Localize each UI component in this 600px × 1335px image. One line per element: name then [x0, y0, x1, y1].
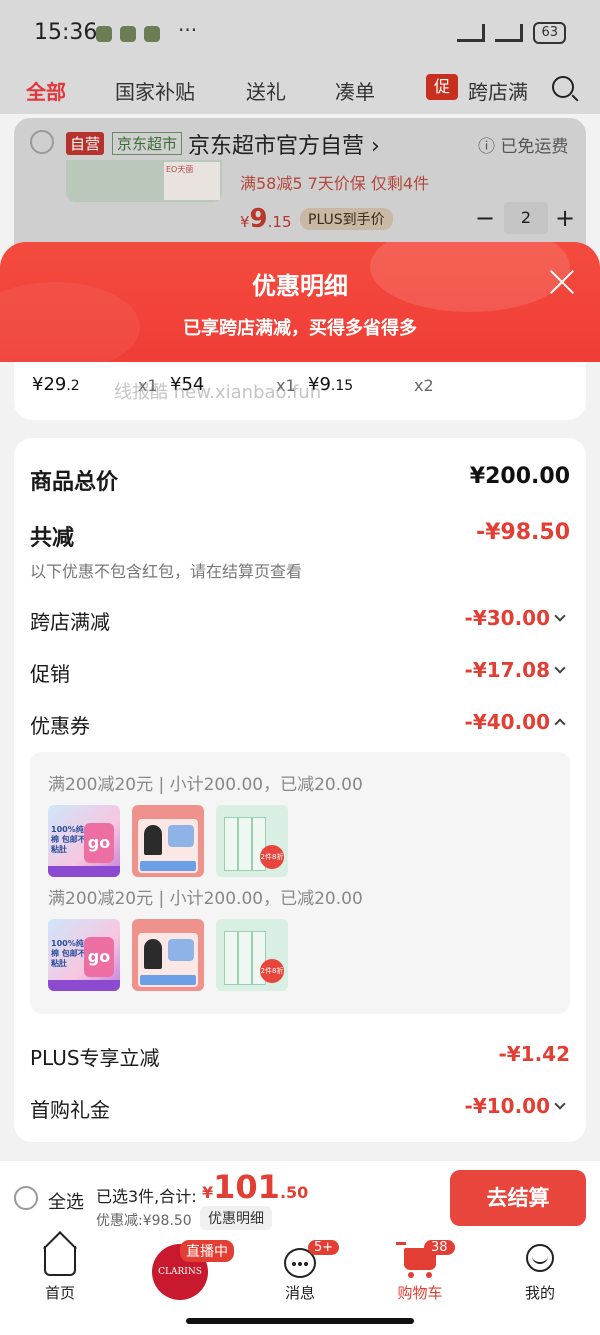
product-thumbnail[interactable]: 100%纯棉 包邮不粘肚 go — [48, 805, 120, 877]
quantity-stepper: − 2 + — [474, 200, 578, 238]
store-name-link[interactable]: 京东超市官方自营 › — [188, 128, 380, 160]
notification-icons — [96, 26, 160, 42]
sale-tag: 2件8折 — [260, 845, 284, 869]
product-thumbnail[interactable]: 100%纯棉 包邮不粘肚 go — [48, 919, 120, 991]
message-badge: 5+ — [308, 1240, 340, 1255]
cart-badge: 38 — [424, 1240, 455, 1255]
product-thumbnail[interactable] — [132, 919, 204, 991]
select-all-label[interactable]: 全选 — [48, 1188, 84, 1214]
status-indicators: 63 — [457, 22, 566, 44]
tab-bundle[interactable]: 凑单 — [335, 76, 375, 105]
signal-icon-2 — [495, 24, 524, 42]
tab-gift[interactable]: 送礼 — [246, 76, 286, 105]
thumbnail-logo: go — [84, 937, 114, 977]
coupon-detail-line: 满200减20元 | 小计200.00，已减20.00 — [48, 775, 363, 795]
nav-home[interactable]: 首页 — [20, 1282, 100, 1303]
nav-messages[interactable]: 消息 — [260, 1282, 340, 1303]
reduction-note: 以下优惠不包含红包，请在结算页查看 — [30, 562, 303, 581]
total-reduction-label: 共减 — [30, 526, 75, 551]
tab-cross-store[interactable]: 跨店满 — [468, 76, 528, 105]
jd-supermarket-tag: 京东超市 — [112, 132, 183, 155]
item-quantity: x2 — [414, 376, 434, 395]
cart-tabs: 全部 国家补贴 送礼 凑单 跨店满 — [0, 66, 600, 114]
search-icon[interactable] — [552, 76, 574, 98]
total-price-value: ¥200.00 — [469, 464, 570, 489]
home-indicator — [186, 1318, 414, 1324]
quantity-input[interactable]: 2 — [504, 202, 548, 234]
product-thumbnail[interactable]: EO天菌 — [66, 160, 222, 202]
item-price: ¥29.2 — [32, 374, 80, 395]
profile-icon[interactable] — [526, 1244, 554, 1272]
coupon-value[interactable]: -¥40.00 — [465, 710, 550, 734]
more-notifications: ··· — [178, 18, 198, 42]
store-select-radio[interactable] — [30, 130, 54, 154]
cross-store-discount-label: 跨店满减 — [30, 610, 110, 634]
coupon-label: 优惠券 — [30, 714, 90, 738]
total-price-label: 商品总价 — [30, 470, 119, 495]
status-time: 15:36 — [34, 20, 98, 45]
promotion-value[interactable]: -¥17.08 — [465, 658, 550, 682]
sheet-subtitle: 已享跨店满减，买得多省得多 — [183, 318, 417, 339]
plus-discount-label: PLUS专享立减 — [30, 1046, 160, 1070]
product-price: ¥9.15 — [240, 204, 292, 234]
product-promo-line: 满58减5 7天价保 仅剩4件 — [240, 174, 430, 193]
discount-detail-button[interactable]: 优惠明细 — [200, 1206, 272, 1230]
live-badge: 直播中 — [180, 1240, 234, 1262]
promotion-label: 促销 — [30, 662, 70, 686]
sheet-title: 优惠明细 — [252, 272, 348, 300]
free-shipping-info[interactable]: ⓘ 已免运费 — [478, 132, 568, 157]
product-thumbnail-label: EO天菌 — [164, 162, 220, 200]
tab-national-subsidy[interactable]: 国家补贴 — [115, 76, 195, 105]
thumbnail-logo: go — [84, 823, 114, 863]
close-icon[interactable] — [548, 268, 576, 296]
battery-icon: 63 — [533, 22, 566, 44]
quantity-minus-button[interactable]: − — [474, 204, 496, 232]
home-icon[interactable] — [44, 1246, 76, 1276]
sale-tag: 2件8折 — [260, 959, 284, 983]
total-payable: ¥101.50 — [202, 1168, 309, 1206]
total-reduction-value: -¥98.50 — [475, 520, 570, 545]
nav-me[interactable]: 我的 — [500, 1282, 580, 1303]
coupon-detail-line: 满200减20元 | 小计200.00，已减20.00 — [48, 889, 363, 909]
promo-badge: 促 — [426, 74, 458, 100]
checkout-button[interactable]: 去结算 — [450, 1170, 586, 1226]
status-bar: 15:36 ··· 63 — [0, 0, 600, 66]
first-purchase-gift-value[interactable]: -¥10.00 — [465, 1094, 550, 1118]
self-operated-tag: 自营 — [66, 132, 105, 155]
first-purchase-gift-label: 首购礼金 — [30, 1098, 110, 1122]
discount-sheet-header: 优惠明细 已享跨店满减，买得多省得多 — [0, 242, 600, 362]
product-thumbnail[interactable]: 2件8折 — [216, 919, 288, 991]
tab-all[interactable]: 全部 — [26, 76, 66, 105]
cross-store-discount-value[interactable]: -¥30.00 — [465, 606, 550, 630]
product-thumbnail[interactable]: 2件8折 — [216, 805, 288, 877]
plus-discount-value: -¥1.42 — [498, 1042, 570, 1066]
discount-summary: 优惠减:¥98.50 — [96, 1213, 192, 1229]
selected-summary: 已选3件,合计: — [96, 1187, 197, 1206]
quantity-plus-button[interactable]: + — [554, 204, 576, 232]
signal-icon — [457, 24, 486, 42]
select-all-radio[interactable] — [14, 1186, 38, 1210]
plus-price-tag: PLUS到手价 — [300, 208, 393, 230]
watermark: 线报酷 new.xianbao.fun — [114, 382, 322, 403]
product-thumbnail[interactable] — [132, 805, 204, 877]
nav-cart[interactable]: 购物车 — [380, 1282, 460, 1303]
